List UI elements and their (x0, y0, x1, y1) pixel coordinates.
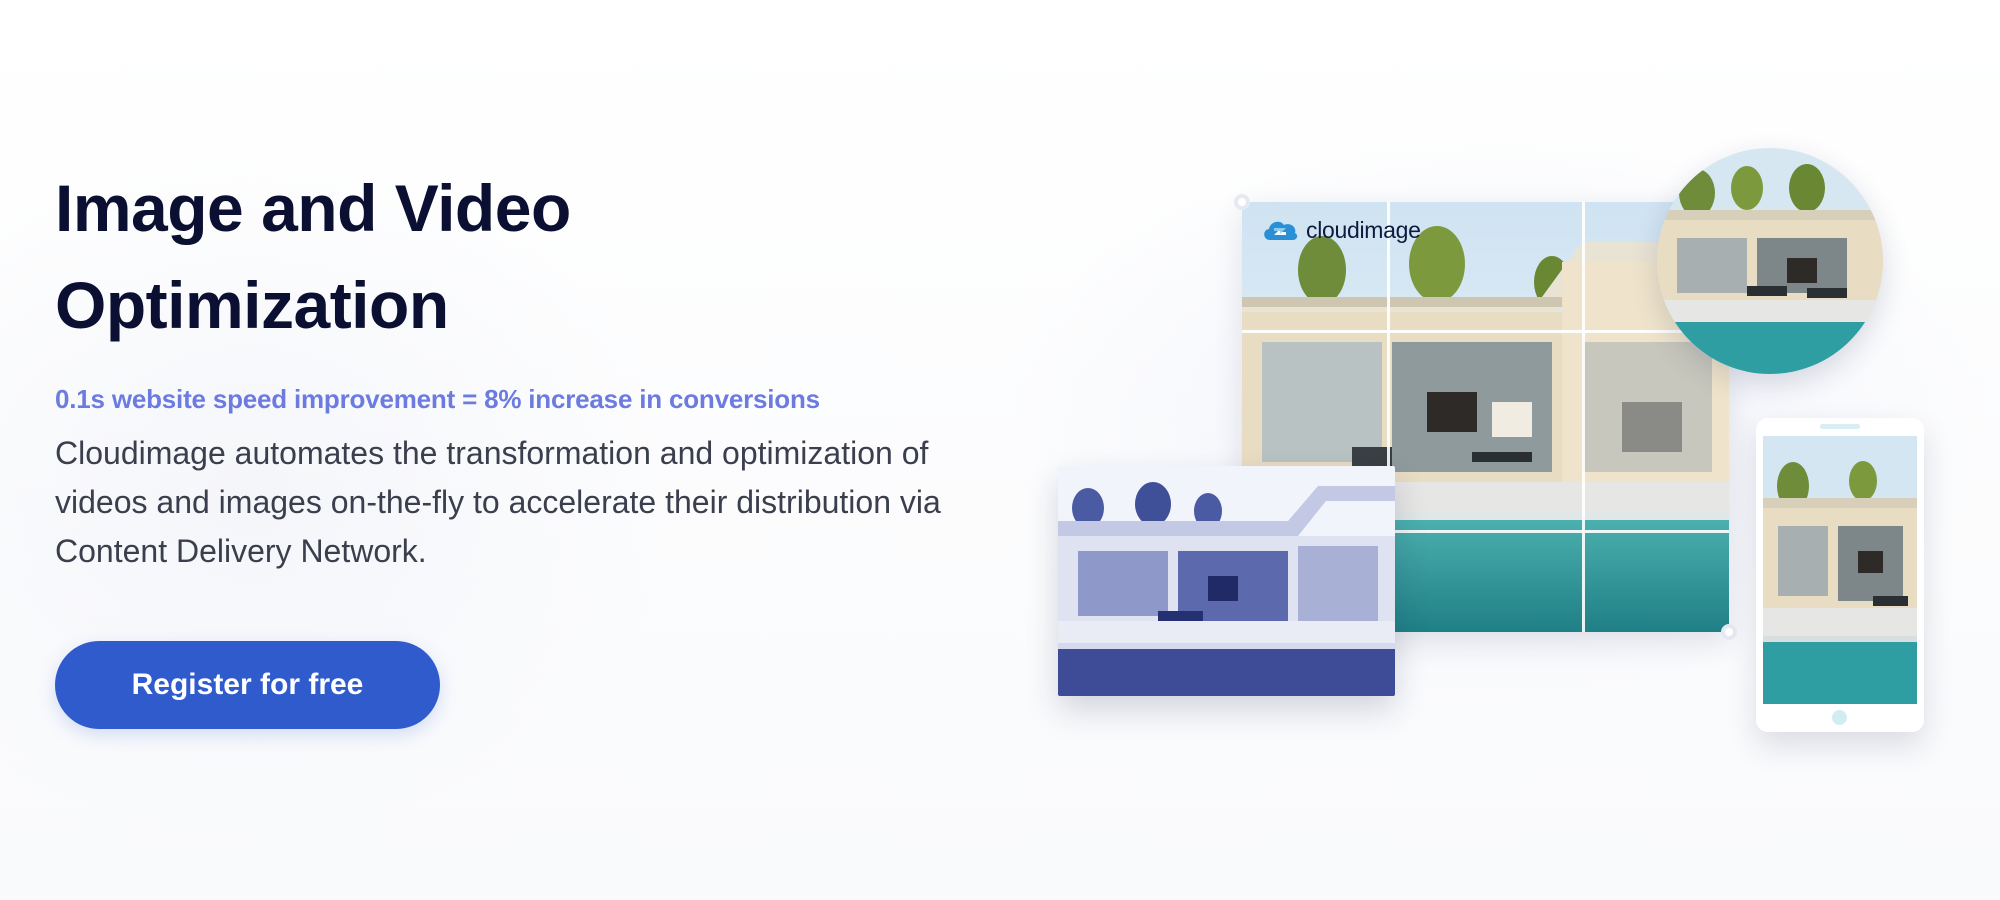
cloud-arrows-icon (1264, 221, 1298, 240)
house-illustration (1763, 436, 1917, 704)
hero-illustration: cloudimage (1040, 140, 1960, 740)
hero-tagline: 0.1s website speed improvement = 8% incr… (55, 384, 820, 414)
phone-home-button (1832, 710, 1847, 725)
register-button[interactable]: Register for free (55, 641, 440, 729)
hero-title: Image and Video Optimization (55, 171, 571, 342)
phone-screen (1763, 436, 1917, 704)
brand-logo: cloudimage (1260, 216, 1421, 244)
crop-grid-line (1242, 330, 1729, 333)
house-illustration (1058, 466, 1395, 696)
crop-handle (1721, 624, 1737, 640)
phone-speaker (1820, 424, 1860, 429)
hero-description: Cloudimage automates the transformation … (55, 435, 941, 569)
circle-crop-photo (1657, 148, 1883, 374)
phone-mockup (1756, 418, 1924, 732)
brand-name: cloudimage (1306, 216, 1421, 243)
hero-section: Image and Video Optimization 0.1s websit… (55, 160, 1015, 576)
monochrome-house-photo (1058, 466, 1395, 696)
crop-handle (1234, 194, 1250, 210)
house-illustration (1657, 148, 1883, 374)
crop-grid-line (1582, 202, 1585, 632)
